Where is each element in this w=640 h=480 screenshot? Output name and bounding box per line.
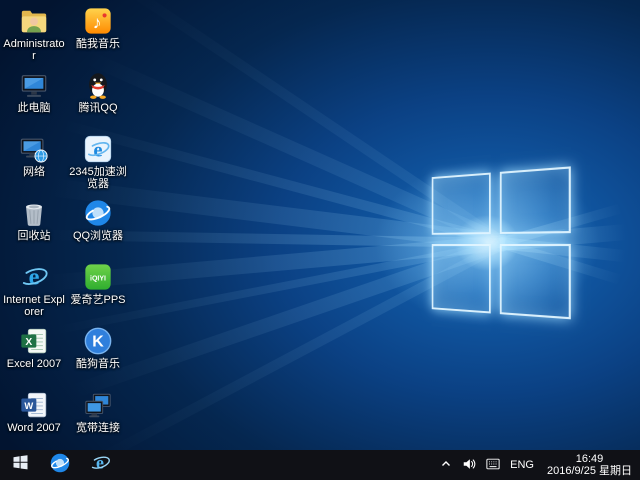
desktop-icon-label: 腾讯QQ [78, 102, 117, 114]
speaker-icon [462, 457, 476, 474]
qq-browser-icon [82, 197, 114, 229]
desktop-icon-broadband[interactable]: 宽带连接 [66, 386, 130, 450]
desktop-icon-label: 回收站 [18, 230, 51, 242]
desktop-icon-label: 酷狗音乐 [76, 358, 120, 370]
iqiyi-pps-icon: iQIYI [82, 261, 114, 293]
desktop-icon-this-pc[interactable]: 此电脑 [2, 66, 66, 130]
desktop-icon-label: Administrator [3, 38, 65, 62]
user-folder-icon [18, 5, 50, 37]
desktop-icon-2345-browser[interactable]: e 2345加速浏览器 [66, 130, 130, 194]
language-label: ENG [510, 459, 534, 471]
taskbar-clock[interactable]: 16:49 2016/9/25 星期日 [539, 450, 640, 480]
desktop-icon-label: 2345加速浏览器 [67, 166, 129, 190]
start-button[interactable] [0, 450, 40, 480]
clock-time: 16:49 [576, 453, 604, 465]
volume-button[interactable] [457, 450, 481, 480]
this-pc-icon [18, 69, 50, 101]
chevron-up-icon [440, 458, 452, 473]
kuwo-music-icon: ♪ [82, 5, 114, 37]
desktop-icon-word-2007[interactable]: W Word 2007 [2, 386, 66, 450]
desktop-icon-tencent-qq[interactable]: 腾讯QQ [66, 66, 130, 130]
kuwo-glyph: ♪ [93, 13, 102, 33]
system-tray: ENG 16:49 2016/9/25 星期日 [435, 450, 640, 480]
word-icon: W [18, 389, 50, 421]
taskbar-internet-explorer-button[interactable]: e [80, 450, 120, 480]
windows-logo-wallpaper [432, 166, 575, 324]
desktop-icon-label: Word 2007 [7, 422, 61, 434]
language-indicator[interactable]: ENG [505, 450, 539, 480]
touch-keyboard-button[interactable] [481, 450, 505, 480]
keyboard-icon [486, 458, 500, 473]
ie-icon: e [18, 261, 50, 293]
clock-date: 2016/9/25 星期日 [547, 465, 632, 477]
desktop-icon-label: 此电脑 [18, 102, 51, 114]
iqiyi-glyph: iQIYI [90, 275, 106, 282]
kugou-glyph: K [92, 334, 104, 351]
ie-glyph: e [29, 264, 40, 291]
desktop-icon-network[interactable]: 网络 [2, 130, 66, 194]
desktop-icon-label: 酷我音乐 [76, 38, 120, 50]
desktop-icon-label: Internet Explorer [3, 294, 65, 318]
desktop-icon-label: 网络 [23, 166, 45, 178]
excel-icon: X [18, 325, 50, 357]
window-pane [432, 173, 491, 235]
window-pane [432, 244, 491, 313]
qq-browser-icon [49, 452, 71, 479]
windows-logo-icon [12, 454, 29, 476]
desktop-icon-grid: Administrator 此电脑 [2, 2, 130, 450]
desktop-icon-excel-2007[interactable]: X Excel 2007 [2, 322, 66, 386]
desktop-icon-administrator[interactable]: Administrator [2, 2, 66, 66]
excel-glyph: X [25, 337, 32, 348]
desktop-icon-kugou-music[interactable]: K 酷狗音乐 [66, 322, 130, 386]
word-glyph: W [24, 401, 33, 411]
desktop-icon-label: 宽带连接 [76, 422, 120, 434]
desktop-icon-iqiyi-pps[interactable]: iQIYI 爱奇艺PPS [66, 258, 130, 322]
taskbar-qq-browser-button[interactable] [40, 450, 80, 480]
network-icon [18, 133, 50, 165]
ie-icon: e [89, 452, 111, 479]
window-pane [500, 166, 571, 234]
desktop-icon-label: 爱奇艺PPS [70, 294, 125, 306]
desktop-icon-label: QQ浏览器 [73, 230, 123, 242]
kugou-music-icon: K [82, 325, 114, 357]
recycle-bin-icon [18, 197, 50, 229]
broadband-icon [82, 389, 114, 421]
desktop-icon-qq-browser[interactable]: QQ浏览器 [66, 194, 130, 258]
ie-glyph: e [96, 452, 104, 472]
2345-browser-icon: e [82, 133, 114, 165]
desktop-icon-label: Excel 2007 [7, 358, 61, 370]
desktop-icon-internet-explorer[interactable]: e Internet Explorer [2, 258, 66, 322]
taskbar: e [0, 450, 640, 480]
qq-icon [82, 69, 114, 101]
window-pane [500, 244, 571, 319]
desktop-icon-kuwo-music[interactable]: ♪ 酷我音乐 [66, 2, 130, 66]
desktop-icon-recycle-bin[interactable]: 回收站 [2, 194, 66, 258]
tray-expand-button[interactable] [435, 450, 457, 480]
